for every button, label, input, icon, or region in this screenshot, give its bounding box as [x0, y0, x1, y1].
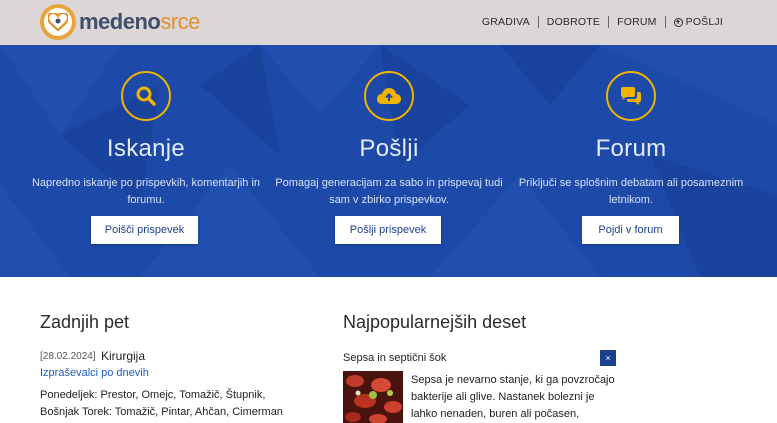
site-logo[interactable]: medenosrce — [40, 3, 200, 41]
send-post-button[interactable]: Pošlji prispevek — [335, 216, 441, 244]
feature-iskanje-text: Napredno iskanje po prispevkih, komentar… — [31, 177, 261, 206]
main-nav: GRADIVA DOBROTE FORUM POŠLJI — [474, 16, 731, 28]
popular-item-thumbnail[interactable] — [343, 371, 403, 423]
go-to-forum-button[interactable]: Pojdi v forum — [582, 216, 679, 244]
search-post-button[interactable]: Poišči prispevek — [91, 216, 198, 244]
feature-forum-title: Forum — [595, 135, 667, 162]
heart-logo-icon — [40, 4, 76, 40]
search-icon — [121, 71, 171, 121]
cloud-upload-icon — [364, 71, 414, 121]
feature-forum-text: Priključi se splošnim debatam ali posame… — [518, 177, 744, 206]
feature-iskanje-title: Iskanje — [106, 135, 186, 162]
nav-forum[interactable]: FORUM — [609, 16, 665, 28]
upload-circle-icon — [673, 17, 683, 27]
recent-item-title[interactable]: Kirurgija — [101, 349, 145, 363]
nav-dobrote[interactable]: DOBROTE — [539, 16, 608, 28]
feature-poslji-text: Pomagaj generacijam za sabo in prispevaj… — [275, 177, 503, 206]
nav-gradiva[interactable]: GRADIVA — [474, 16, 538, 28]
popular-heading: Najpopularnejših deset — [343, 312, 527, 332]
popular-item-title[interactable]: Sepsa in septični šok — [343, 352, 446, 364]
popular-item-text: Sepsa je nevarno stanje, ki ga povzročaj… — [411, 374, 615, 420]
nav-poslji[interactable]: POŠLJI — [666, 16, 731, 28]
recent-item-link[interactable]: Izpraševalci po dnevih — [40, 367, 149, 379]
recent-item-text: Ponedeljek: Prestor, Omejc, Tomažič, Štu… — [40, 389, 283, 418]
top-bar: medenosrce GRADIVA DOBROTE FORUM POŠLJI — [0, 0, 777, 45]
nav-poslji-label: POŠLJI — [685, 16, 723, 28]
hero-section: Iskanje Napredno iskanje po prispevkih, … — [0, 45, 777, 277]
recent-item-date: [28.02.2024] — [40, 351, 96, 362]
chat-bubbles-icon — [606, 71, 656, 121]
logo-text: medenosrce — [79, 9, 200, 34]
close-button[interactable]: × — [600, 350, 616, 366]
feature-poslji-title: Pošlji — [359, 135, 419, 162]
recent-heading: Zadnjih pet — [40, 312, 130, 332]
